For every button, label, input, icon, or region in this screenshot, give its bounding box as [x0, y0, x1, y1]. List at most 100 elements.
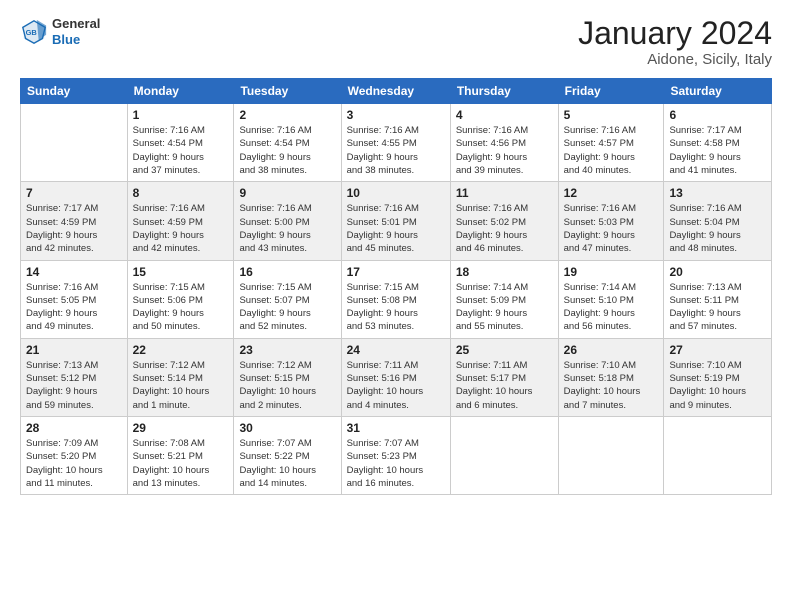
title-block: January 2024 Aidone, Sicily, Italy	[578, 16, 772, 68]
calendar-cell: 16 Sunrise: 7:15 AM Sunset: 5:07 PM Dayli…	[234, 260, 341, 338]
calendar-cell: 24Sunrise: 7:11 AM Sunset: 5:16 PM Dayli…	[341, 338, 450, 416]
calendar-cell: 25 Sunrise: 7:11 AM Sunset: 5:17 PM Dayli…	[450, 338, 558, 416]
header: GB General Blue January 2024 Aidone, Sic…	[20, 16, 772, 68]
calendar-cell: 7 Sunrise: 7:17 AM Sunset: 4:59 PM Daylig…	[21, 182, 128, 260]
calendar-cell: 2 Sunrise: 7:16 AM Sunset: 4:54 PM Daylig…	[234, 104, 341, 182]
weekday-header: Monday	[127, 79, 234, 104]
day-number: 2	[239, 108, 335, 122]
calendar-title: January 2024	[578, 16, 772, 51]
day-info: Sunrise: 7:16 AM Sunset: 4:54 PM Dayligh…	[133, 124, 229, 177]
day-info: Sunrise: 7:12 AM Sunset: 5:15 PM Dayligh…	[239, 359, 335, 412]
day-info: Sunrise: 7:16 AM Sunset: 5:00 PM Dayligh…	[239, 202, 335, 255]
day-number: 13	[669, 186, 766, 200]
calendar-cell: 22Sunrise: 7:12 AM Sunset: 5:14 PM Dayli…	[127, 338, 234, 416]
day-number: 10	[347, 186, 445, 200]
day-number: 16	[239, 265, 335, 279]
day-number: 30	[239, 421, 335, 435]
day-info: Sunrise: 7:13 AM Sunset: 5:11 PM Dayligh…	[669, 281, 766, 334]
calendar-cell: 3Sunrise: 7:16 AM Sunset: 4:55 PM Daylig…	[341, 104, 450, 182]
day-number: 21	[26, 343, 122, 357]
day-info: Sunrise: 7:16 AM Sunset: 5:02 PM Dayligh…	[456, 202, 553, 255]
logo-text: General Blue	[52, 16, 100, 47]
calendar-cell: 9 Sunrise: 7:16 AM Sunset: 5:00 PM Daylig…	[234, 182, 341, 260]
day-info: Sunrise: 7:16 AM Sunset: 4:57 PM Dayligh…	[564, 124, 659, 177]
calendar-cell: 18 Sunrise: 7:14 AM Sunset: 5:09 PM Dayli…	[450, 260, 558, 338]
day-number: 5	[564, 108, 659, 122]
day-info: Sunrise: 7:14 AM Sunset: 5:09 PM Dayligh…	[456, 281, 553, 334]
calendar-row: 21Sunrise: 7:13 AM Sunset: 5:12 PM Dayli…	[21, 338, 772, 416]
day-number: 31	[347, 421, 445, 435]
svg-text:GB: GB	[26, 27, 38, 36]
logo-general: General	[52, 16, 100, 32]
day-info: Sunrise: 7:08 AM Sunset: 5:21 PM Dayligh…	[133, 437, 229, 490]
day-info: Sunrise: 7:16 AM Sunset: 4:54 PM Dayligh…	[239, 124, 335, 177]
calendar-cell: 19Sunrise: 7:14 AM Sunset: 5:10 PM Dayli…	[558, 260, 664, 338]
day-number: 25	[456, 343, 553, 357]
day-info: Sunrise: 7:07 AM Sunset: 5:23 PM Dayligh…	[347, 437, 445, 490]
day-number: 20	[669, 265, 766, 279]
calendar-row: 1 Sunrise: 7:16 AM Sunset: 4:54 PM Daylig…	[21, 104, 772, 182]
day-info: Sunrise: 7:15 AM Sunset: 5:06 PM Dayligh…	[133, 281, 229, 334]
weekday-header: Saturday	[664, 79, 772, 104]
day-number: 14	[26, 265, 122, 279]
calendar-cell: 20 Sunrise: 7:13 AM Sunset: 5:11 PM Dayli…	[664, 260, 772, 338]
day-number: 8	[133, 186, 229, 200]
day-number: 7	[26, 186, 122, 200]
day-info: Sunrise: 7:16 AM Sunset: 5:04 PM Dayligh…	[669, 202, 766, 255]
calendar-cell: 5 Sunrise: 7:16 AM Sunset: 4:57 PM Daylig…	[558, 104, 664, 182]
day-number: 4	[456, 108, 553, 122]
day-info: Sunrise: 7:17 AM Sunset: 4:58 PM Dayligh…	[669, 124, 766, 177]
day-number: 24	[347, 343, 445, 357]
day-number: 17	[347, 265, 445, 279]
day-number: 15	[133, 265, 229, 279]
day-number: 18	[456, 265, 553, 279]
calendar-cell: 28 Sunrise: 7:09 AM Sunset: 5:20 PM Dayli…	[21, 416, 128, 494]
day-number: 1	[133, 108, 229, 122]
calendar-cell: 21Sunrise: 7:13 AM Sunset: 5:12 PM Dayli…	[21, 338, 128, 416]
logo-blue: Blue	[52, 32, 100, 48]
day-info: Sunrise: 7:16 AM Sunset: 5:05 PM Dayligh…	[26, 281, 122, 334]
day-number: 9	[239, 186, 335, 200]
day-info: Sunrise: 7:16 AM Sunset: 4:56 PM Dayligh…	[456, 124, 553, 177]
calendar-cell: 23Sunrise: 7:12 AM Sunset: 5:15 PM Dayli…	[234, 338, 341, 416]
day-number: 6	[669, 108, 766, 122]
day-number: 29	[133, 421, 229, 435]
calendar-cell: 11 Sunrise: 7:16 AM Sunset: 5:02 PM Dayli…	[450, 182, 558, 260]
day-info: Sunrise: 7:16 AM Sunset: 5:01 PM Dayligh…	[347, 202, 445, 255]
calendar-cell: 30 Sunrise: 7:07 AM Sunset: 5:22 PM Dayli…	[234, 416, 341, 494]
day-info: Sunrise: 7:11 AM Sunset: 5:17 PM Dayligh…	[456, 359, 553, 412]
calendar-cell: 14 Sunrise: 7:16 AM Sunset: 5:05 PM Dayli…	[21, 260, 128, 338]
page: GB General Blue January 2024 Aidone, Sic…	[0, 0, 792, 612]
weekday-header: Thursday	[450, 79, 558, 104]
weekday-header: Sunday	[21, 79, 128, 104]
calendar-cell: 13 Sunrise: 7:16 AM Sunset: 5:04 PM Dayli…	[664, 182, 772, 260]
day-info: Sunrise: 7:16 AM Sunset: 5:03 PM Dayligh…	[564, 202, 659, 255]
calendar-cell: 31 Sunrise: 7:07 AM Sunset: 5:23 PM Dayli…	[341, 416, 450, 494]
day-info: Sunrise: 7:17 AM Sunset: 4:59 PM Dayligh…	[26, 202, 122, 255]
calendar-cell: 12Sunrise: 7:16 AM Sunset: 5:03 PM Dayli…	[558, 182, 664, 260]
day-info: Sunrise: 7:16 AM Sunset: 4:55 PM Dayligh…	[347, 124, 445, 177]
calendar-cell: 10 Sunrise: 7:16 AM Sunset: 5:01 PM Dayli…	[341, 182, 450, 260]
day-number: 26	[564, 343, 659, 357]
day-info: Sunrise: 7:14 AM Sunset: 5:10 PM Dayligh…	[564, 281, 659, 334]
day-info: Sunrise: 7:15 AM Sunset: 5:08 PM Dayligh…	[347, 281, 445, 334]
calendar-cell: 8Sunrise: 7:16 AM Sunset: 4:59 PM Daylig…	[127, 182, 234, 260]
calendar-table: SundayMondayTuesdayWednesdayThursdayFrid…	[20, 78, 772, 495]
day-number: 28	[26, 421, 122, 435]
calendar-row: 7 Sunrise: 7:17 AM Sunset: 4:59 PM Daylig…	[21, 182, 772, 260]
calendar-header-row: SundayMondayTuesdayWednesdayThursdayFrid…	[21, 79, 772, 104]
calendar-cell	[21, 104, 128, 182]
weekday-header: Tuesday	[234, 79, 341, 104]
day-info: Sunrise: 7:10 AM Sunset: 5:19 PM Dayligh…	[669, 359, 766, 412]
calendar-cell	[664, 416, 772, 494]
day-info: Sunrise: 7:07 AM Sunset: 5:22 PM Dayligh…	[239, 437, 335, 490]
day-info: Sunrise: 7:09 AM Sunset: 5:20 PM Dayligh…	[26, 437, 122, 490]
weekday-header: Wednesday	[341, 79, 450, 104]
calendar-cell: 17 Sunrise: 7:15 AM Sunset: 5:08 PM Dayli…	[341, 260, 450, 338]
logo-icon: GB	[20, 18, 48, 46]
calendar-cell: 1 Sunrise: 7:16 AM Sunset: 4:54 PM Daylig…	[127, 104, 234, 182]
day-number: 22	[133, 343, 229, 357]
day-info: Sunrise: 7:15 AM Sunset: 5:07 PM Dayligh…	[239, 281, 335, 334]
day-number: 11	[456, 186, 553, 200]
calendar-cell	[450, 416, 558, 494]
